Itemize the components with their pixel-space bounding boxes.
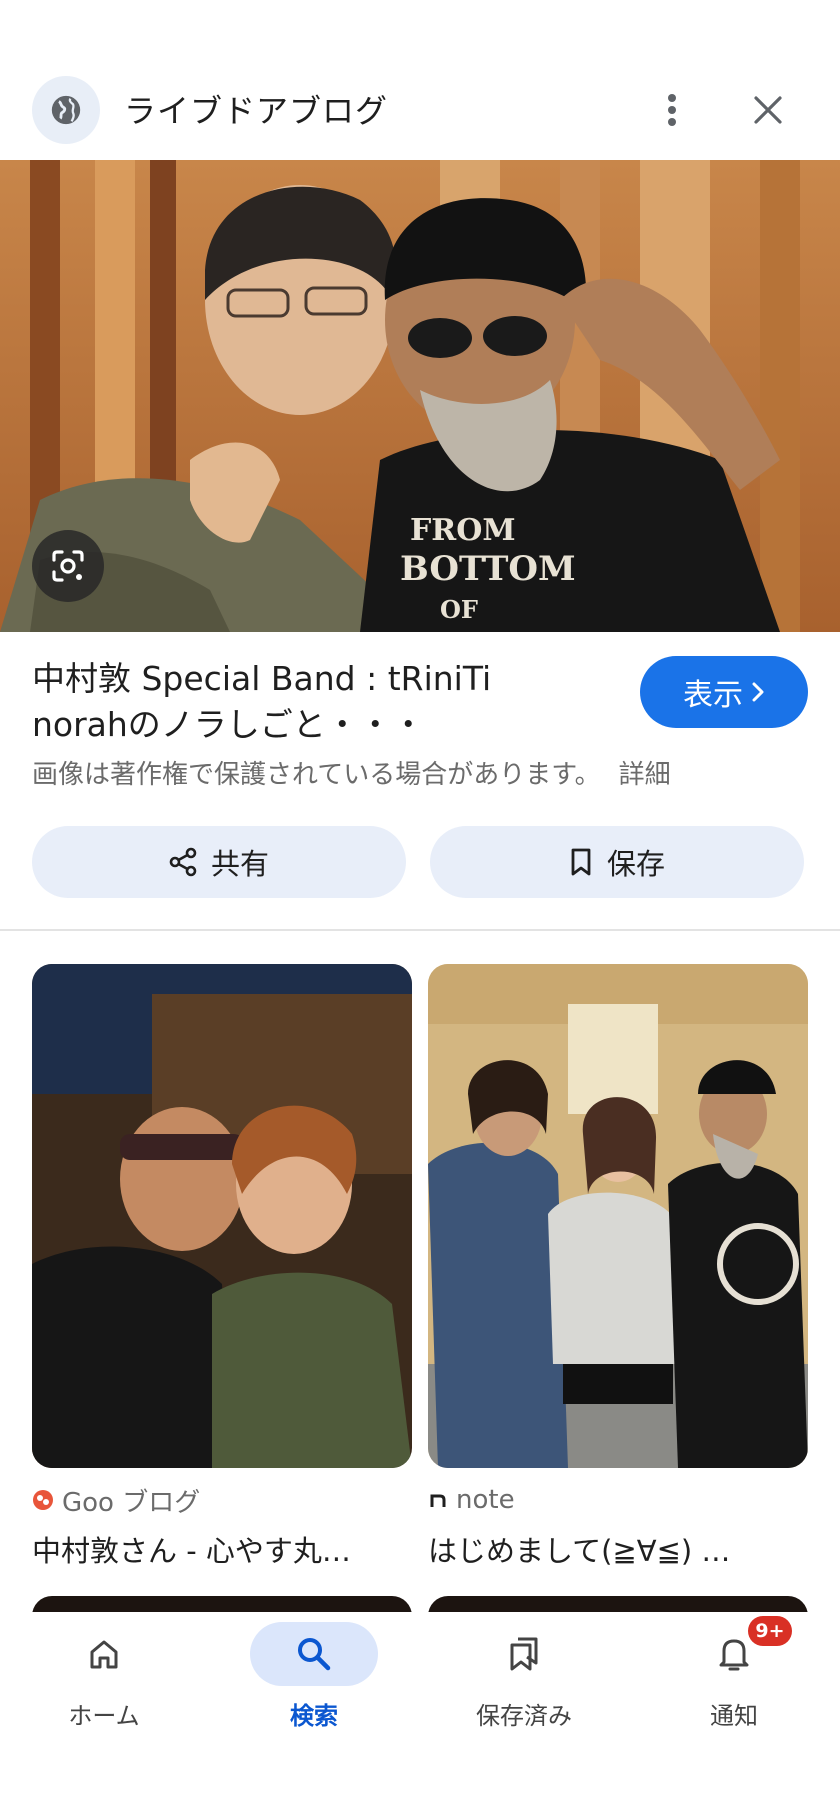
lens-search-button[interactable] [32,530,104,602]
nav-saved-icon-wrap [460,1622,588,1686]
nav-search-label: 検索 [290,1702,338,1730]
result-header: ライブドアブログ [0,64,840,156]
bell-icon [719,1639,749,1671]
close-button[interactable] [744,82,792,138]
related-caption[interactable]: 中村敦さん - 心やす丸… [32,1528,412,1570]
related-caption[interactable]: はじめまして(≧∀≦) … [428,1528,808,1570]
nav-home[interactable]: ホーム [24,1622,184,1731]
bookmark-icon [571,848,591,876]
nav-home-icon-wrap [40,1622,168,1686]
more-vert-icon [668,94,676,126]
related-source-name: Goo ブログ [62,1487,201,1518]
nav-notifications-icon-wrap: 9+ [670,1616,798,1686]
nav-saved-label: 保存済み [476,1702,572,1730]
divider [0,929,840,931]
notification-badge: 9+ [748,1616,792,1646]
site-name[interactable]: ライブドアブログ [124,86,388,132]
save-label: 保存 [606,847,665,881]
share-button[interactable]: 共有 [32,826,406,898]
visit-button-label: 表示 [683,678,743,713]
nav-saved[interactable]: 保存済み [444,1622,604,1731]
close-icon [754,96,782,124]
related-result-card[interactable]: note はじめまして(≧∀≦) … [428,964,808,1570]
chevron-right-icon [752,682,764,702]
copyright-text: 画像は著作権で保護されている場合があります。 [32,760,601,790]
lens-camera-icon [52,550,84,582]
note-logo-icon [430,1494,446,1507]
copyright-notice: 画像は著作権で保護されている場合があります。 詳細 [32,754,671,791]
result-title-line-2: norahのノラしごと・・・ [32,705,425,744]
related-source: note [428,1482,808,1518]
related-source-name: note [456,1485,515,1515]
main-image[interactable]: FROM BOTTOM OF [0,160,840,632]
goo-blog-logo-icon [33,1490,53,1510]
svg-text:BOTTOM: BOTTOM [400,549,576,589]
globe-icon [51,95,81,125]
result-title[interactable]: 中村敦 Special Band : tRiniTi norahのノラしごと・・… [32,656,632,748]
visit-button[interactable]: 表示 [640,656,808,728]
bottom-navigation: ホーム 検索 保存済み 9+ 通知 [0,1612,840,1820]
svg-text:FROM: FROM [410,513,516,548]
related-image-art-1 [32,964,412,1468]
more-options-button[interactable] [650,78,694,142]
related-image[interactable] [428,964,808,1468]
nav-search[interactable]: 検索 [234,1622,394,1731]
related-image-art-2 [428,964,808,1468]
site-favicon [32,76,100,144]
related-source: Goo ブログ [32,1482,412,1518]
share-icon [169,847,197,877]
save-button[interactable]: 保存 [430,826,804,898]
svg-text:OF: OF [440,595,478,624]
nav-home-label: ホーム [68,1702,140,1730]
nav-notifications[interactable]: 9+ 通知 [654,1616,814,1731]
related-image[interactable] [32,964,412,1468]
result-title-line-1: 中村敦 Special Band : tRiniTi [32,659,492,698]
related-result-card[interactable]: Goo ブログ 中村敦さん - 心やす丸… [32,964,412,1570]
home-icon [90,1640,118,1669]
main-image-art: FROM BOTTOM OF [0,160,840,632]
search-icon [298,1638,331,1671]
collections-icon [510,1637,538,1671]
nav-notifications-label: 通知 [710,1702,758,1730]
share-label: 共有 [210,847,269,881]
detail-link[interactable]: 詳細 [619,760,671,790]
nav-search-icon-wrap [250,1622,378,1686]
